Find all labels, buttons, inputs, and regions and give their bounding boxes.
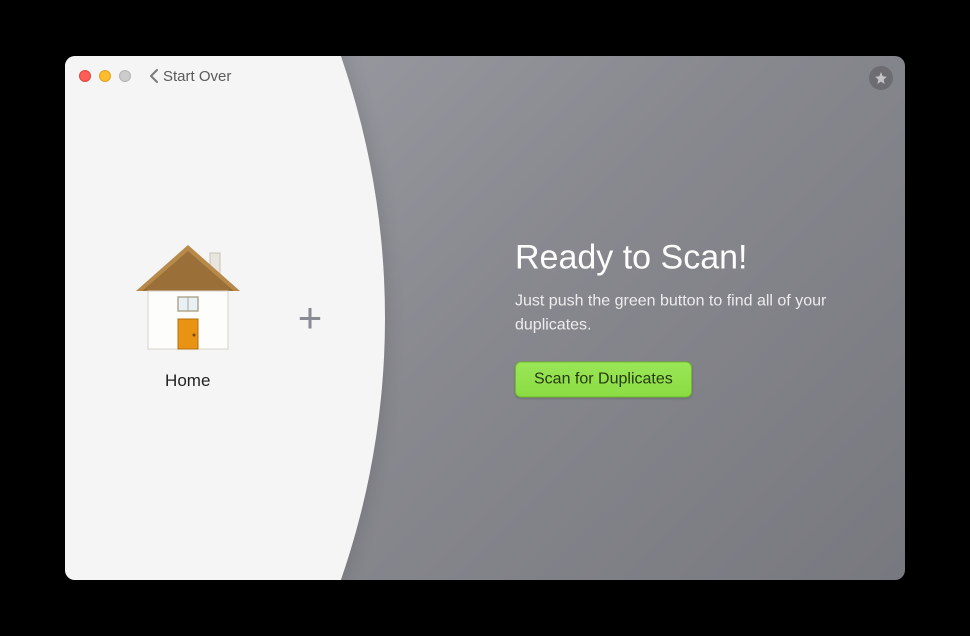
home-folder-tile[interactable]: Home (128, 245, 248, 391)
add-folder-button[interactable]: + (298, 297, 323, 339)
titlebar: Start Over (65, 56, 905, 96)
star-icon (874, 71, 888, 85)
start-over-label: Start Over (163, 68, 231, 85)
favorites-button[interactable] (869, 66, 893, 90)
home-folder-label: Home (165, 371, 210, 391)
scan-for-duplicates-button[interactable]: Scan for Duplicates (515, 362, 692, 398)
home-folder-icon (128, 245, 248, 355)
scan-headline: Ready to Scan! (515, 239, 865, 278)
plus-icon: + (298, 294, 323, 341)
fullscreen-window-button[interactable] (119, 70, 131, 82)
window-controls (79, 70, 131, 82)
start-over-button[interactable]: Start Over (149, 68, 231, 85)
chevron-left-icon (149, 68, 159, 84)
close-window-button[interactable] (79, 70, 91, 82)
minimize-window-button[interactable] (99, 70, 111, 82)
app-window: Start Over Ho (65, 56, 905, 580)
scan-sources-area: Home + (65, 245, 385, 391)
scan-subtext: Just push the green button to find all o… (515, 290, 865, 338)
scan-prompt-panel: Ready to Scan! Just push the green butto… (515, 239, 865, 398)
